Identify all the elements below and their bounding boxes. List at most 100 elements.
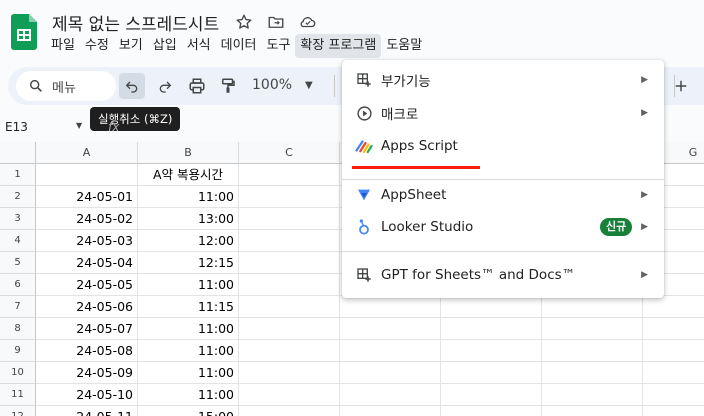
grid-cell[interactable]: 13:00 (138, 208, 239, 230)
paint-format-button[interactable] (215, 73, 241, 99)
menu-file[interactable]: 파일 (46, 34, 80, 58)
grid-cell[interactable]: 12:15 (138, 252, 239, 274)
grid-cell[interactable] (441, 296, 542, 318)
grid-cell[interactable] (542, 340, 643, 362)
menu-tools[interactable]: 도구 (262, 34, 296, 58)
grid-cell[interactable] (441, 362, 542, 384)
grid-cell[interactable] (239, 186, 340, 208)
grid-cell[interactable] (239, 252, 340, 274)
grid-cell[interactable] (239, 230, 340, 252)
grid-cell[interactable] (36, 164, 138, 186)
row-header[interactable]: 3 (0, 208, 36, 230)
select-all-corner[interactable] (0, 142, 36, 164)
menu-edit[interactable]: 수정 (80, 34, 114, 58)
menu-view[interactable]: 보기 (114, 34, 148, 58)
grid-cell[interactable]: 11:00 (138, 318, 239, 340)
menu-insert[interactable]: 삽입 (148, 34, 182, 58)
grid-cell[interactable]: 15:00 (138, 406, 239, 416)
row-header[interactable]: 9 (0, 340, 36, 362)
menu-item-gpt-for-sheets[interactable]: GPT for Sheets™ and Docs™ ▶ (342, 259, 664, 291)
column-header-c[interactable]: C (239, 142, 340, 164)
grid-cell[interactable]: 24-05-01 (36, 186, 138, 208)
row-header[interactable]: 6 (0, 274, 36, 296)
grid-cell[interactable] (239, 340, 340, 362)
cloud-status-icon[interactable] (298, 12, 318, 32)
undo-button[interactable] (119, 73, 145, 99)
grid-cell[interactable]: 24-05-08 (36, 340, 138, 362)
grid-cell[interactable] (441, 384, 542, 406)
grid-cell[interactable] (340, 340, 441, 362)
move-folder-icon[interactable] (266, 12, 286, 32)
grid-cell[interactable] (643, 340, 704, 362)
row-header[interactable]: 7 (0, 296, 36, 318)
grid-cell[interactable]: 24-05-04 (36, 252, 138, 274)
menu-data[interactable]: 데이터 (216, 34, 262, 58)
grid-cell[interactable]: 24-05-03 (36, 230, 138, 252)
grid-cell[interactable] (340, 296, 441, 318)
menu-item-addons[interactable]: 부가기능 ▶ (342, 64, 664, 96)
add-button[interactable] (668, 73, 694, 99)
sheets-logo-icon[interactable] (11, 14, 37, 50)
row-header[interactable]: 1 (0, 164, 36, 186)
grid-cell[interactable] (239, 296, 340, 318)
menu-format[interactable]: 서식 (182, 34, 216, 58)
grid-cell[interactable] (643, 318, 704, 340)
row-header[interactable]: 12 (0, 406, 36, 416)
grid-cell[interactable] (542, 296, 643, 318)
grid-cell[interactable] (239, 274, 340, 296)
name-box-dropdown-icon[interactable]: ▼ (76, 121, 82, 130)
grid-cell[interactable] (239, 208, 340, 230)
grid-cell[interactable]: 24-05-06 (36, 296, 138, 318)
grid-cell[interactable] (542, 384, 643, 406)
grid-cell[interactable]: 11:15 (138, 296, 239, 318)
zoom-select[interactable]: 100% (252, 77, 292, 93)
row-header[interactable]: 4 (0, 230, 36, 252)
menu-help[interactable]: 도움말 (381, 34, 427, 58)
column-header-b[interactable]: B (138, 142, 239, 164)
menu-extensions[interactable]: 확장 프로그램 (295, 34, 382, 58)
grid-cell[interactable] (542, 318, 643, 340)
search-menus-input[interactable]: 메뉴 (16, 71, 116, 101)
grid-cell[interactable]: 24-05-07 (36, 318, 138, 340)
name-box[interactable]: E13 (5, 120, 28, 134)
grid-cell[interactable]: 24-05-02 (36, 208, 138, 230)
grid-cell[interactable] (340, 406, 441, 416)
grid-cell[interactable] (239, 362, 340, 384)
grid-cell[interactable] (441, 340, 542, 362)
grid-cell[interactable] (441, 406, 542, 416)
grid-cell[interactable]: 11:00 (138, 186, 239, 208)
grid-cell[interactable] (340, 384, 441, 406)
grid-cell[interactable] (441, 318, 542, 340)
grid-cell[interactable] (643, 406, 704, 416)
grid-cell[interactable]: 24-05-09 (36, 362, 138, 384)
grid-cell[interactable] (643, 362, 704, 384)
column-header-a[interactable]: A (36, 142, 138, 164)
document-title[interactable]: 제목 없는 스프레드시트 (52, 10, 219, 35)
grid-cell[interactable]: 24-05-05 (36, 274, 138, 296)
grid-cell[interactable] (643, 384, 704, 406)
zoom-dropdown-icon[interactable]: ▼ (305, 80, 313, 91)
redo-button[interactable] (152, 73, 178, 99)
grid-cell[interactable]: 24-05-11 (36, 406, 138, 416)
grid-cell[interactable] (239, 406, 340, 416)
grid-cell[interactable] (542, 406, 643, 416)
grid-cell[interactable]: 11:00 (138, 340, 239, 362)
menu-item-apps-script[interactable]: Apps Script (342, 130, 664, 162)
grid-cell[interactable]: 12:00 (138, 230, 239, 252)
grid-cell[interactable]: 11:00 (138, 362, 239, 384)
grid-cell[interactable] (239, 318, 340, 340)
grid-cell[interactable] (239, 164, 340, 186)
menu-item-looker-studio[interactable]: Looker Studio 신규 ▶ (342, 211, 664, 243)
row-header[interactable]: 10 (0, 362, 36, 384)
row-header[interactable]: 11 (0, 384, 36, 406)
grid-cell[interactable]: 11:00 (138, 274, 239, 296)
grid-cell[interactable] (542, 362, 643, 384)
row-header[interactable]: 2 (0, 186, 36, 208)
grid-cell[interactable]: 24-05-10 (36, 384, 138, 406)
menu-item-macros[interactable]: 매크로 ▶ (342, 97, 664, 129)
row-header[interactable]: 8 (0, 318, 36, 340)
print-button[interactable] (184, 73, 210, 99)
grid-cell[interactable]: 11:00 (138, 384, 239, 406)
grid-cell[interactable] (340, 318, 441, 340)
grid-cell[interactable] (239, 384, 340, 406)
